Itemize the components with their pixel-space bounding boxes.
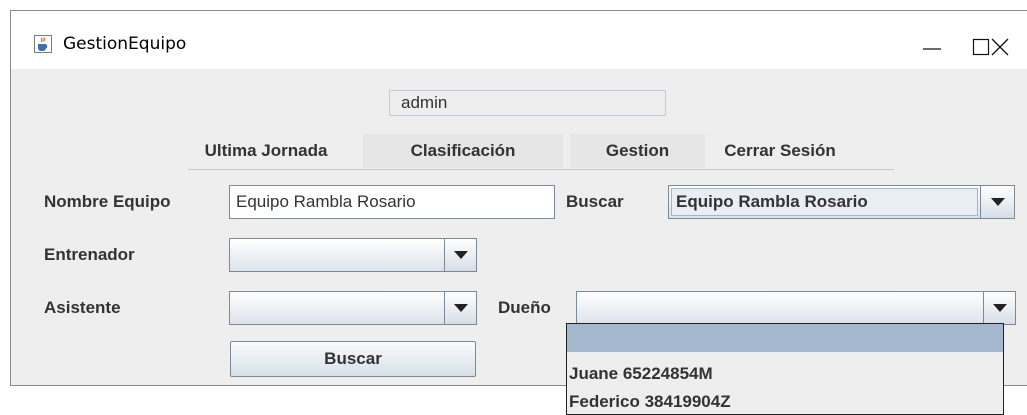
dropdown-option[interactable] bbox=[567, 324, 1003, 352]
java-cup-icon bbox=[34, 35, 52, 53]
minimize-icon bbox=[909, 25, 955, 65]
dueno-combo-arrow[interactable] bbox=[983, 292, 1015, 324]
minimize-button[interactable] bbox=[909, 25, 955, 65]
window-title: GestionEquipo bbox=[63, 34, 187, 54]
menu-gestion[interactable]: Gestion bbox=[570, 134, 705, 168]
nombre-equipo-input[interactable]: Equipo Rambla Rosario bbox=[229, 185, 555, 219]
entrenador-combo[interactable] bbox=[229, 238, 477, 272]
title-bar[interactable]: GestionEquipo bbox=[11, 11, 1027, 69]
asistente-combo-arrow[interactable] bbox=[444, 292, 476, 324]
buscar-button[interactable]: Buscar bbox=[230, 341, 476, 377]
logged-user-field: admin bbox=[389, 90, 666, 116]
asistente-label: Asistente bbox=[44, 298, 121, 317]
asistente-combo[interactable] bbox=[229, 291, 477, 325]
nombre-equipo-label: Nombre Equipo bbox=[44, 192, 171, 211]
dueno-combo[interactable] bbox=[576, 291, 1016, 325]
dropdown-option[interactable]: Juane 65224854M bbox=[567, 360, 1003, 388]
buscar-label: Buscar bbox=[566, 192, 624, 211]
buscar-combo-value: Equipo Rambla Rosario bbox=[671, 188, 978, 216]
entrenador-label: Entrenador bbox=[44, 245, 135, 264]
menu-clasificacion[interactable]: Clasificación bbox=[363, 134, 563, 168]
menu-separator bbox=[188, 169, 894, 170]
dropdown-option[interactable]: Federico 38419904Z bbox=[567, 388, 1003, 414]
entrenador-combo-arrow[interactable] bbox=[444, 239, 476, 271]
dueno-dropdown-list: Juane 65224854M Federico 38419904Z bbox=[566, 323, 1004, 415]
menu-ultima-jornada[interactable]: Ultima Jornada bbox=[176, 134, 356, 168]
buscar-combo[interactable]: Equipo Rambla Rosario bbox=[668, 185, 1015, 219]
close-button[interactable] bbox=[977, 25, 1023, 65]
buscar-combo-arrow[interactable] bbox=[980, 186, 1014, 218]
menu-cerrar-sesion[interactable]: Cerrar Sesión bbox=[705, 134, 855, 168]
close-icon bbox=[977, 25, 1023, 65]
dueno-label: Dueño bbox=[498, 298, 551, 317]
